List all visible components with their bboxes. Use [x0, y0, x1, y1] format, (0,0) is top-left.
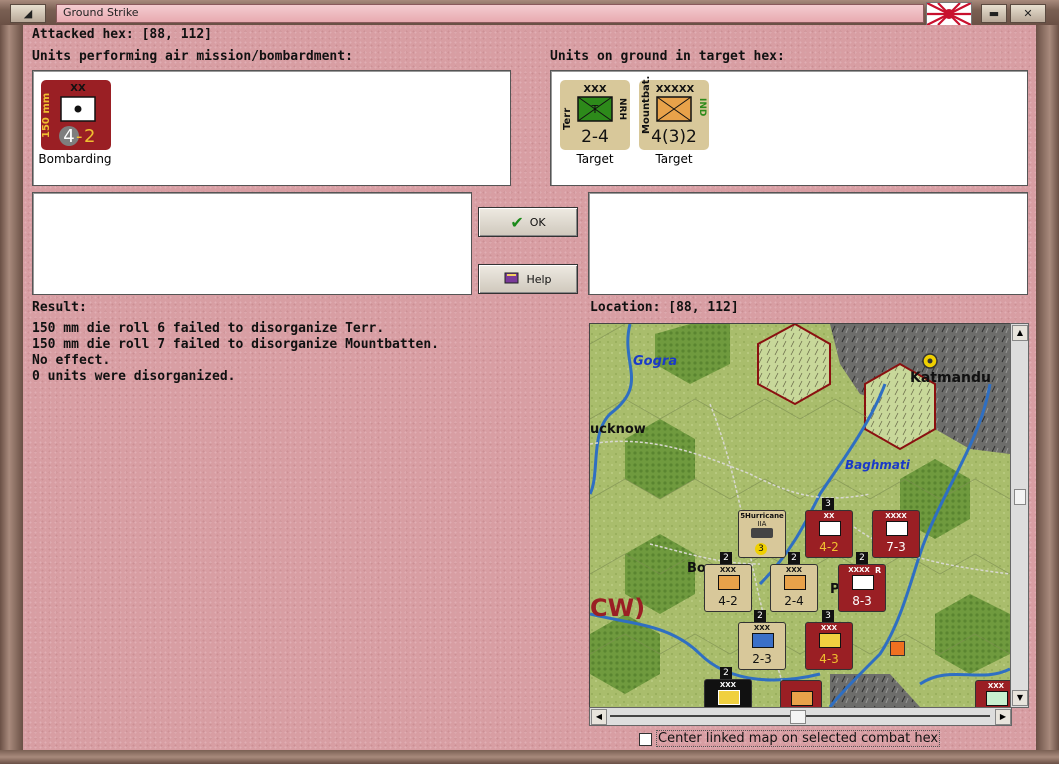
air-units-panel: 150 mm XX 4 - 2 Bombarding [32, 70, 511, 186]
bombard-unit-counter[interactable]: 150 mm XX 4 - 2 [41, 80, 111, 150]
scroll-left-icon[interactable]: ◀ [591, 709, 607, 725]
map-stack-badge: 2 [720, 667, 732, 679]
supply-marker-icon [890, 641, 905, 656]
map-counter-2-4[interactable]: XXX 2-4 [770, 564, 818, 612]
window-frame-right [1036, 25, 1059, 750]
help-button-label: Help [526, 272, 552, 286]
help-book-icon [504, 271, 520, 288]
ground-unit-caption-terr: Target [576, 152, 614, 166]
horizontal-scroll-thumb[interactable] [790, 710, 806, 724]
air-units-label: Units performing air mission/bombardment… [32, 49, 353, 64]
map-label-baghmati: Baghmati [845, 458, 910, 472]
map-counter-bottom-3[interactable]: XXX [975, 680, 1010, 707]
system-menu-button[interactable]: ◢ [10, 4, 46, 23]
map-stack-badge: 2 [754, 610, 766, 622]
air-unit-details-panel [32, 192, 472, 295]
map-stack-badge: 2 [720, 552, 732, 564]
rising-sun-flag-icon [926, 2, 972, 26]
ground-unit-values-mountbatten: 4(3)2 [651, 127, 697, 147]
map-counter-bottom-1[interactable]: XXX [704, 679, 752, 707]
result-line: No effect. [32, 353, 111, 368]
close-button[interactable]: ✕ [1010, 4, 1046, 23]
bombard-unit-size: XX [70, 83, 86, 94]
ground-unit-size-terr: XXX [583, 84, 607, 95]
ground-unit-counter-mountbatten[interactable]: Mountbat. XXXXX IND 4(3)2 [639, 76, 709, 150]
svg-text:T: T [591, 103, 599, 116]
map-stack-badge: 3 [822, 610, 834, 622]
ok-button-label: OK [529, 215, 546, 229]
ground-unit-caption-mountbatten: Target [655, 152, 693, 166]
bombard-unit-caption: Bombarding [38, 152, 112, 166]
ground-unit-suffix-terr: NRH [617, 98, 627, 120]
map-label-gogra: Gogra [633, 354, 678, 369]
scroll-right-icon[interactable]: ▶ [995, 709, 1011, 725]
map-counter-4-2[interactable]: XXX 4-2 [704, 564, 752, 612]
map-horizontal-scrollbar[interactable]: ◀ ▶ [589, 707, 1012, 726]
map-stack-badge: 2 [856, 552, 868, 564]
infantry-symbol-icon [819, 633, 841, 648]
ground-unit-name-terr: Terr [562, 107, 573, 130]
infantry-symbol-icon [852, 575, 874, 590]
infantry-symbol-icon [886, 521, 908, 536]
minimize-button[interactable]: ▬ [981, 4, 1007, 23]
ground-unit-size-mountbatten: XXXXX [655, 84, 695, 95]
map-counter-bottom-2[interactable] [780, 680, 822, 707]
bombard-unit-defense: 2 [84, 126, 96, 147]
map-label-cw: CW) [590, 594, 646, 622]
map-counter-hurricane[interactable]: 5Hurricane IIA 3 [738, 510, 786, 558]
window-frame-left [0, 25, 23, 750]
help-button[interactable]: Help [478, 264, 578, 294]
infantry-symbol-icon [784, 575, 806, 590]
map-counter-2-3[interactable]: XXX 2-3 [738, 622, 786, 670]
map-label-katmandu: Katmandu [910, 370, 991, 386]
checkmark-icon: ✔ [510, 212, 524, 232]
unit-symbol-icon [819, 521, 841, 536]
location-map[interactable]: Gogra Katmandu ucknow Baghmati Bo CW) P … [589, 323, 1011, 708]
center-map-checkbox-label[interactable]: Center linked map on selected combat hex [656, 730, 941, 747]
ground-unit-details-panel [588, 192, 1028, 295]
attacked-hex-label: Attacked hex: [88, 112] [32, 27, 213, 42]
vertical-scroll-thumb[interactable] [1014, 489, 1026, 505]
map-stack-badge: 3 [822, 498, 834, 510]
ground-unit-suffix-mountbatten: IND [697, 98, 707, 117]
ground-unit-counter-terr[interactable]: T Terr XXX NRH 2-4 [560, 80, 630, 150]
map-counter-8-3[interactable]: XXXX R 8-3 [838, 564, 886, 612]
bombard-unit-name: 150 mm [41, 92, 52, 139]
unit-symbol-icon [986, 691, 1008, 706]
result-label: Result: [32, 300, 87, 315]
infantry-symbol-icon [718, 575, 740, 590]
map-label-lucknow: ucknow [590, 422, 646, 437]
bombard-unit-attack: 4 [63, 126, 75, 147]
map-counter-7-3[interactable]: XXXX 7-3 [872, 510, 920, 558]
map-vertical-scrollbar[interactable]: ▲ ▼ [1010, 323, 1029, 708]
result-line: 150 mm die roll 6 failed to disorganize … [32, 321, 385, 336]
scroll-down-icon[interactable]: ▼ [1012, 690, 1028, 706]
ground-units-panel: T Terr XXX NRH 2-4 Target Mountbat. XXXX… [550, 70, 1028, 186]
ground-unit-values-terr: 2-4 [581, 127, 609, 147]
infantry-symbol-icon [791, 691, 813, 706]
window-title: Ground Strike [63, 6, 139, 19]
bombard-unit-defense-sep: - [76, 126, 83, 147]
title-bar[interactable]: Ground Strike [56, 4, 924, 23]
map-stack-badge: 2 [788, 552, 800, 564]
location-label: Location: [88, 112] [590, 300, 739, 315]
unit-symbol-icon [752, 633, 774, 648]
map-counter-150mm[interactable]: XX 4-2 [805, 510, 853, 558]
ok-button[interactable]: ✔ OK [478, 207, 578, 237]
ground-units-label: Units on ground in target hex: [550, 49, 785, 64]
center-map-checkbox[interactable] [639, 733, 652, 746]
window-frame-bottom [0, 750, 1059, 764]
map-counter-4-3[interactable]: XXX 4-3 [805, 622, 853, 670]
scroll-up-icon[interactable]: ▲ [1012, 325, 1028, 341]
result-text: 150 mm die roll 6 failed to disorganize … [32, 321, 439, 385]
result-line: 0 units were disorganized. [32, 369, 236, 384]
result-line: 150 mm die roll 7 failed to disorganize … [32, 337, 439, 352]
aircraft-icon [751, 528, 773, 538]
unit-symbol-icon [718, 690, 740, 705]
